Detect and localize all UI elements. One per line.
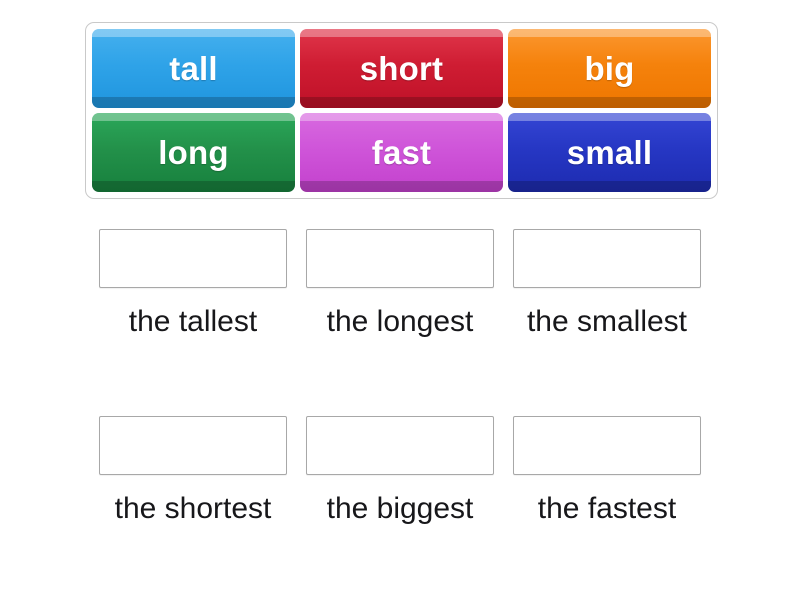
- answer-slot-area: the tallest the longest the smallest the…: [99, 229, 701, 575]
- word-tile-small[interactable]: small: [508, 113, 711, 192]
- dropzone[interactable]: [306, 416, 494, 475]
- dropzone[interactable]: [513, 229, 701, 288]
- activity-stage: tall short big long fast small the talle…: [0, 0, 800, 600]
- answer-slot-label: the biggest: [326, 492, 474, 525]
- word-tile-long[interactable]: long: [92, 113, 295, 192]
- word-tile-label: short: [359, 50, 444, 87]
- answer-slot-longest: the longest: [306, 229, 494, 387]
- answer-slot-label: the shortest: [114, 492, 272, 525]
- answer-slot-label: the fastest: [537, 492, 677, 525]
- answer-slot-tallest: the tallest: [99, 229, 287, 387]
- word-tile-label: long: [158, 134, 229, 171]
- answer-slot-biggest: the biggest: [306, 416, 494, 574]
- word-tile-fast[interactable]: fast: [300, 113, 503, 192]
- answer-slot-label: the smallest: [526, 305, 688, 338]
- dropzone[interactable]: [99, 229, 287, 288]
- answer-slot-label: the longest: [326, 305, 474, 338]
- dropzone[interactable]: [99, 416, 287, 475]
- dropzone[interactable]: [306, 229, 494, 288]
- word-tile-tall[interactable]: tall: [92, 29, 295, 108]
- word-tile-label: fast: [371, 134, 432, 171]
- answer-slot-smallest: the smallest: [513, 229, 701, 387]
- answer-slot-grid: the tallest the longest the smallest the…: [99, 229, 701, 574]
- answer-slot-label: the tallest: [128, 305, 258, 338]
- word-tile-label: tall: [169, 50, 218, 87]
- dropzone[interactable]: [513, 416, 701, 475]
- word-tile-label: small: [566, 134, 653, 171]
- word-tile-tray: tall short big long fast small: [85, 22, 718, 199]
- word-tile-big[interactable]: big: [508, 29, 711, 108]
- word-tile-grid: tall short big long fast small: [92, 29, 711, 192]
- answer-slot-shortest: the shortest: [99, 416, 287, 574]
- word-tile-short[interactable]: short: [300, 29, 503, 108]
- word-tile-label: big: [584, 50, 635, 87]
- answer-slot-fastest: the fastest: [513, 416, 701, 574]
